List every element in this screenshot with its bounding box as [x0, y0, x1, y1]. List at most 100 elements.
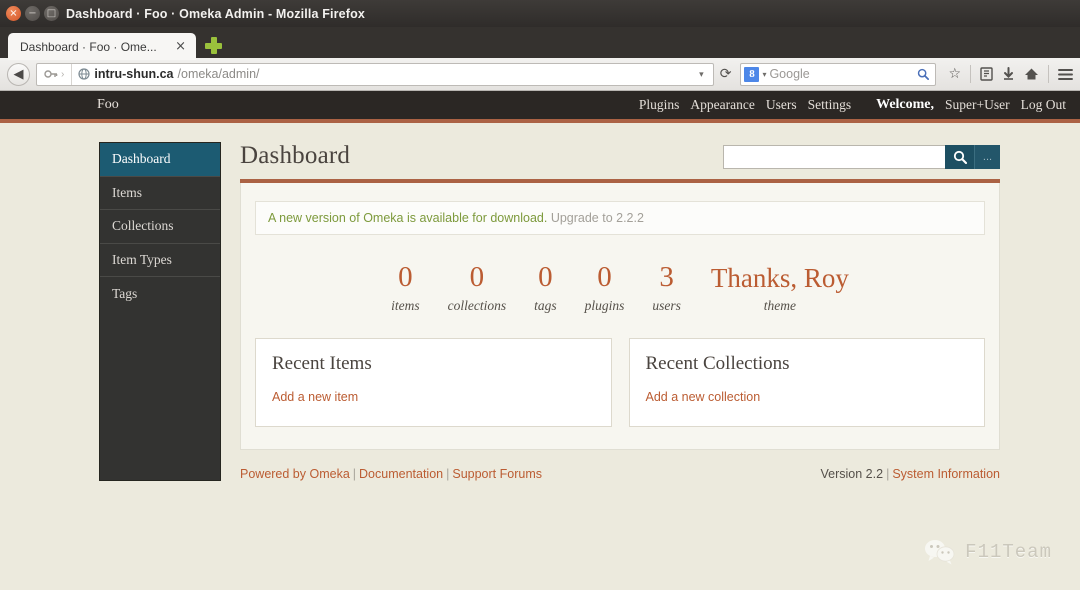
welcome-label: Welcome,	[876, 97, 935, 112]
url-dropdown-icon[interactable]: ▾	[699, 69, 709, 80]
stat-plugins-label: plugins	[584, 298, 625, 314]
sidebar-label-item-types: Item Types	[112, 251, 172, 267]
sidebar-label-tags: Tags	[112, 285, 138, 301]
key-icon	[44, 70, 58, 78]
home-icon[interactable]	[1024, 67, 1039, 81]
watermark-text: F11Team	[965, 541, 1052, 563]
sidebar-label-collections: Collections	[112, 218, 174, 234]
admin-nav-settings[interactable]: Settings	[808, 97, 852, 113]
sidebar-item-item-types[interactable]: Item Types	[100, 243, 220, 277]
sidebar-item-tags[interactable]: Tags	[100, 277, 220, 311]
add-new-collection-link[interactable]: Add a new collection	[646, 390, 761, 404]
logout-link[interactable]: Log Out	[1021, 97, 1066, 113]
support-forums-link[interactable]: Support Forums	[452, 467, 542, 481]
identity-box[interactable]: ›	[39, 63, 73, 85]
admin-nav: Plugins Appearance Users Settings Welcom…	[639, 97, 1066, 113]
admin-footer: Powered by Omeka | Documentation | Suppo…	[240, 467, 1000, 481]
window-maximize-button[interactable]: □	[44, 6, 59, 21]
admin-nav-appearance[interactable]: Appearance	[690, 97, 754, 113]
admin-nav-users[interactable]: Users	[766, 97, 797, 113]
sidebar-item-dashboard[interactable]: Dashboard	[100, 143, 220, 177]
plus-icon-vertical	[211, 37, 217, 54]
browser-search-box[interactable]: 8 ▾ Google	[740, 62, 937, 86]
stat-plugins-count: 0	[597, 261, 612, 293]
back-button[interactable]: ◀	[7, 62, 30, 86]
footer-separator-1: |	[352, 467, 357, 482]
footer-separator-3: |	[886, 467, 890, 482]
sidebar-label-dashboard: Dashboard	[112, 151, 171, 167]
google-logo-icon[interactable]: 8	[744, 66, 760, 82]
url-bar[interactable]: › intru-shun.ca/omeka/admin/ ▾	[36, 62, 714, 86]
tab-title: Dashboard · Foo · Ome...	[20, 39, 157, 54]
window-close-button[interactable]: ×	[6, 6, 21, 21]
stat-users-count: 3	[659, 261, 674, 293]
url-path: /omeka/admin/	[177, 67, 260, 81]
recent-items-card: Recent Items Add a new item	[255, 338, 612, 428]
stat-items-label: items	[391, 298, 420, 314]
search-input[interactable]	[723, 145, 945, 169]
stat-plugins: 0 plugins	[571, 262, 639, 314]
upgrade-notice-message: A new version of Omeka is available for …	[268, 211, 548, 225]
recent-collections-card: Recent Collections Add a new collection	[628, 338, 985, 428]
upgrade-notice-link[interactable]: Upgrade to 2.2.2	[551, 211, 644, 225]
dashboard-panel: A new version of Omeka is available for …	[240, 183, 1000, 451]
dashboard-cards: Recent Items Add a new item Recent Colle…	[255, 338, 985, 428]
stat-tags-label: tags	[534, 298, 557, 314]
toolbar-divider-2	[1048, 65, 1049, 83]
recent-collections-title: Recent Collections	[645, 353, 790, 375]
stat-users: 3 users	[638, 262, 695, 314]
browser-toolbar-icons: ☆	[942, 65, 1073, 83]
main-content: Dashboard ... A new version of Omeka is …	[240, 142, 1000, 481]
stat-collections-count: 0	[469, 261, 485, 293]
sidebar-item-items[interactable]: Items	[100, 176, 220, 210]
new-tab-button[interactable]	[205, 37, 222, 54]
reload-icon[interactable]: ⟳	[720, 66, 735, 82]
dashboard-stats: 0 items 0 collections 0 tags 0 plugins 3	[255, 262, 985, 318]
page-title: Dashboard	[240, 142, 351, 169]
url-text: intru-shun.ca/omeka/admin/ ▾	[72, 67, 708, 81]
star-icon[interactable]: ☆	[948, 67, 961, 81]
sidebar-label-items: Items	[112, 184, 142, 200]
back-arrow-icon: ◀	[13, 66, 24, 82]
version-label: Version 2.2	[820, 467, 884, 482]
search-options-button[interactable]: ...	[974, 145, 1000, 169]
footer-separator-2: |	[446, 467, 450, 482]
search-icon[interactable]	[917, 67, 931, 81]
stat-theme: Thanks, Roy theme	[695, 264, 863, 314]
recent-items-title: Recent Items	[272, 353, 372, 375]
stat-theme-label: theme	[763, 298, 796, 314]
system-information-link[interactable]: System Information	[892, 467, 1000, 481]
add-new-item-link[interactable]: Add a new item	[272, 390, 358, 404]
site-title[interactable]: Foo	[97, 97, 119, 113]
admin-sidebar: Dashboard Items Collections Item Types T…	[99, 142, 221, 482]
stat-items: 0 items	[377, 262, 434, 314]
sidebar-item-collections[interactable]: Collections	[100, 210, 220, 244]
documentation-link[interactable]: Documentation	[359, 467, 443, 481]
page-header: Dashboard ...	[240, 142, 1000, 170]
toolbar-divider	[970, 65, 971, 83]
omeka-admin-bar: Foo Plugins Appearance Users Settings We…	[0, 91, 1080, 123]
globe-icon	[78, 68, 90, 80]
window-controls: × − □	[0, 6, 59, 21]
stat-users-label: users	[652, 298, 681, 314]
search-submit-button[interactable]	[945, 145, 974, 169]
upgrade-notice: A new version of Omeka is available for …	[255, 201, 985, 235]
browser-tab[interactable]: Dashboard · Foo · Ome... ×	[8, 33, 196, 60]
chevron-down-icon[interactable]: ▾	[762, 70, 766, 79]
bookmarks-icon[interactable]	[980, 67, 993, 81]
stat-collections-label: collections	[447, 298, 507, 314]
powered-by-omeka-link[interactable]: Powered by Omeka	[240, 467, 350, 481]
stat-items-count: 0	[398, 261, 413, 293]
stat-theme-name: Thanks, Roy	[710, 263, 849, 294]
window-titlebar: × − □ Dashboard · Foo · Omeka Admin - Mo…	[0, 0, 1080, 27]
admin-nav-plugins[interactable]: Plugins	[639, 97, 680, 113]
tab-close-icon[interactable]: ×	[171, 39, 190, 54]
browser-search-placeholder: Google	[769, 67, 810, 81]
menu-icon[interactable]	[1058, 68, 1073, 81]
username-link[interactable]: Super+User	[945, 97, 1010, 113]
window-minimize-button[interactable]: −	[25, 6, 40, 21]
tab-strip: Dashboard · Foo · Ome... ×	[0, 27, 1080, 60]
downloads-icon[interactable]	[1002, 67, 1015, 81]
wechat-icon	[925, 540, 955, 565]
browser-navbar: ◀ › intru-shun.ca/omeka/admin/ ▾ ⟳ 8 ▾ G…	[0, 58, 1080, 91]
